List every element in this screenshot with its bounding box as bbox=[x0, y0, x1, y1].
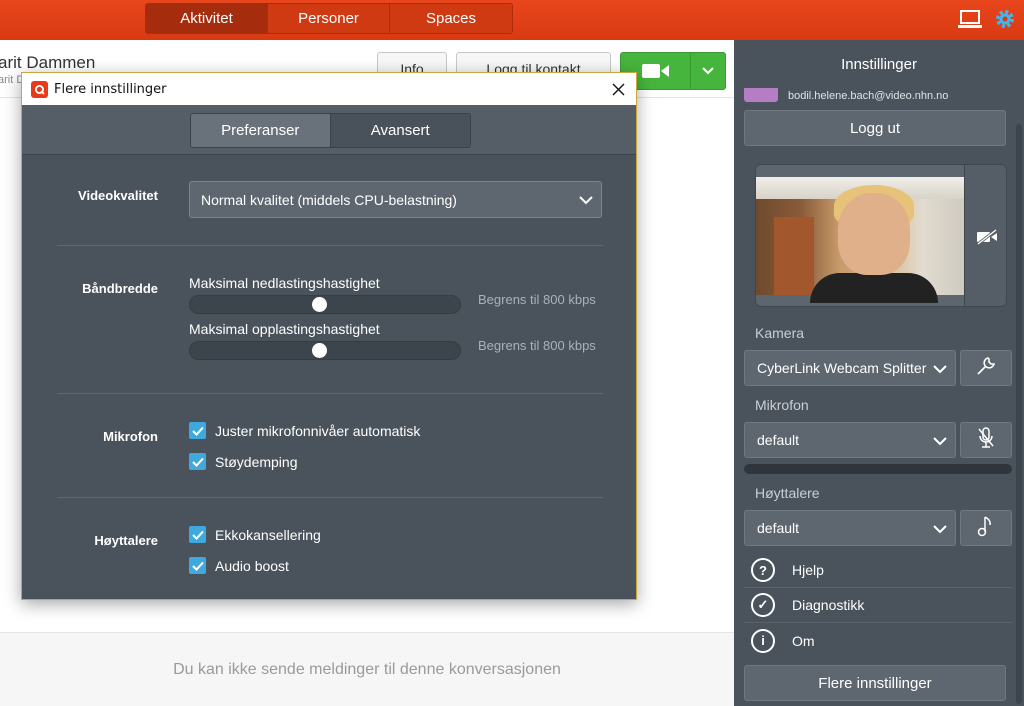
speaker-label: Høyttalere bbox=[755, 485, 820, 501]
wrench-icon bbox=[975, 355, 997, 382]
music-note-icon bbox=[977, 514, 995, 543]
microphone-icon bbox=[976, 426, 996, 455]
download-speed-value: Begrens til 800 kbps bbox=[478, 292, 596, 307]
help-link[interactable]: ? Hjelp bbox=[744, 553, 1012, 588]
tab-preferanser[interactable]: Preferanser bbox=[191, 114, 331, 147]
divider bbox=[57, 497, 603, 498]
checkmark-icon[interactable] bbox=[189, 557, 206, 574]
logout-button[interactable]: Logg ut bbox=[744, 110, 1006, 146]
help-label: Hjelp bbox=[792, 562, 824, 578]
bandwidth-label: Båndbredde bbox=[82, 281, 158, 296]
camera-select-value: CyberLink Webcam Splitter bbox=[757, 360, 927, 376]
about-link[interactable]: i Om bbox=[744, 623, 1012, 658]
microphone-mute-button[interactable] bbox=[960, 422, 1012, 458]
auto-mic-level-checkbox[interactable]: Juster mikrofonnivåer automatisk bbox=[189, 422, 420, 439]
speaker-select-value: default bbox=[757, 520, 800, 536]
self-video-image bbox=[756, 177, 964, 303]
sidebar-scrollbar[interactable] bbox=[1016, 124, 1022, 704]
chevron-down-icon bbox=[579, 192, 593, 208]
upload-speed-slider[interactable] bbox=[189, 341, 461, 360]
diagnostics-icon: ✓ bbox=[751, 593, 775, 617]
microphone-level-meter bbox=[744, 464, 1012, 474]
slider-handle[interactable] bbox=[312, 343, 327, 358]
camera-preview bbox=[755, 164, 1007, 307]
audio-boost-checkbox[interactable]: Audio boost bbox=[189, 557, 289, 574]
audio-boost-label: Audio boost bbox=[215, 557, 289, 574]
main-nav: Aktivitet Personer Spaces bbox=[145, 3, 513, 34]
camera-settings-button[interactable] bbox=[960, 350, 1012, 386]
video-quality-select[interactable]: Normal kvalitet (middels CPU-belastning) bbox=[189, 181, 602, 218]
video-quality-label: Videokvalitet bbox=[78, 188, 158, 203]
about-label: Om bbox=[792, 632, 815, 649]
microphone-label: Mikrofon bbox=[755, 397, 809, 413]
slider-handle[interactable] bbox=[312, 297, 327, 312]
noise-suppression-label: Støydemping bbox=[215, 453, 298, 470]
dialog-tabs: Preferanser Avansert bbox=[190, 113, 471, 148]
sidebar-title: Innstillinger bbox=[841, 56, 917, 73]
chevron-down-icon bbox=[933, 521, 947, 537]
conversation-title: arit Dammen bbox=[0, 53, 96, 72]
microphone-section-label: Mikrofon bbox=[103, 429, 158, 444]
avatar bbox=[744, 88, 778, 102]
download-speed-label: Maksimal nedlastingshastighet bbox=[189, 275, 380, 291]
settings-sidebar: Innstillinger bodil.helene.bach@video.nh… bbox=[734, 40, 1024, 706]
chevron-down-icon[interactable] bbox=[691, 53, 725, 89]
chevron-down-icon bbox=[933, 361, 947, 377]
checkmark-icon[interactable] bbox=[189, 526, 206, 543]
message-disabled-text: Du kan ikke sende meldinger til denne ko… bbox=[173, 660, 561, 678]
user-email: bodil.helene.bach@video.nhn.no bbox=[788, 90, 949, 102]
chevron-down-icon bbox=[933, 433, 947, 449]
tab-spaces[interactable]: Spaces bbox=[390, 4, 512, 33]
upload-speed-value: Begrens til 800 kbps bbox=[478, 338, 596, 353]
tab-aktivitet[interactable]: Aktivitet bbox=[146, 4, 268, 33]
checkmark-icon[interactable] bbox=[189, 422, 206, 439]
top-bar: Aktivitet Personer Spaces bbox=[0, 0, 1024, 40]
speakers-section-label: Høyttalere bbox=[94, 533, 158, 548]
speaker-select[interactable]: default bbox=[744, 510, 956, 546]
camera-label: Kamera bbox=[755, 325, 805, 341]
speaker-test-button[interactable] bbox=[960, 510, 1012, 546]
echo-cancellation-checkbox[interactable]: Ekkokansellering bbox=[189, 526, 321, 543]
more-settings-button[interactable]: Flere innstillinger bbox=[744, 665, 1006, 701]
info-icon: i bbox=[751, 628, 775, 653]
checkmark-icon[interactable] bbox=[189, 453, 206, 470]
echo-cancellation-label: Ekkokansellering bbox=[215, 526, 321, 543]
divider bbox=[57, 393, 603, 394]
camera-select[interactable]: CyberLink Webcam Splitter bbox=[744, 350, 956, 386]
help-icon: ? bbox=[751, 558, 775, 582]
divider bbox=[57, 245, 603, 246]
tab-avansert[interactable]: Avansert bbox=[330, 114, 470, 147]
app-logo-icon bbox=[31, 80, 48, 98]
dialog-tab-bar: Preferanser Avansert bbox=[22, 105, 636, 155]
laptop-icon[interactable] bbox=[957, 6, 983, 32]
auto-mic-level-label: Juster mikrofonnivåer automatisk bbox=[215, 422, 421, 439]
upload-speed-label: Maksimal opplastingshastighet bbox=[189, 321, 380, 337]
camera-off-icon[interactable] bbox=[964, 165, 1006, 306]
diagnostics-label: Diagnostikk bbox=[792, 597, 865, 613]
tab-personer[interactable]: Personer bbox=[268, 4, 390, 33]
close-icon[interactable] bbox=[608, 79, 628, 99]
microphone-select[interactable]: default bbox=[744, 422, 956, 458]
noise-suppression-checkbox[interactable]: Støydemping bbox=[189, 453, 297, 470]
more-settings-dialog: Flere innstillinger Preferanser Avansert… bbox=[21, 72, 637, 600]
diagnostics-link[interactable]: ✓ Diagnostikk bbox=[744, 588, 1012, 623]
message-disabled-notice: Du kan ikke sende meldinger til denne ko… bbox=[0, 632, 734, 706]
dialog-title: Flere innstillinger bbox=[54, 81, 167, 97]
dialog-titlebar[interactable]: Flere innstillinger bbox=[22, 73, 636, 105]
microphone-select-value: default bbox=[757, 432, 800, 448]
gear-icon[interactable] bbox=[992, 6, 1018, 32]
download-speed-slider[interactable] bbox=[189, 295, 461, 314]
video-quality-value: Normal kvalitet (middels CPU-belastning) bbox=[201, 191, 457, 208]
